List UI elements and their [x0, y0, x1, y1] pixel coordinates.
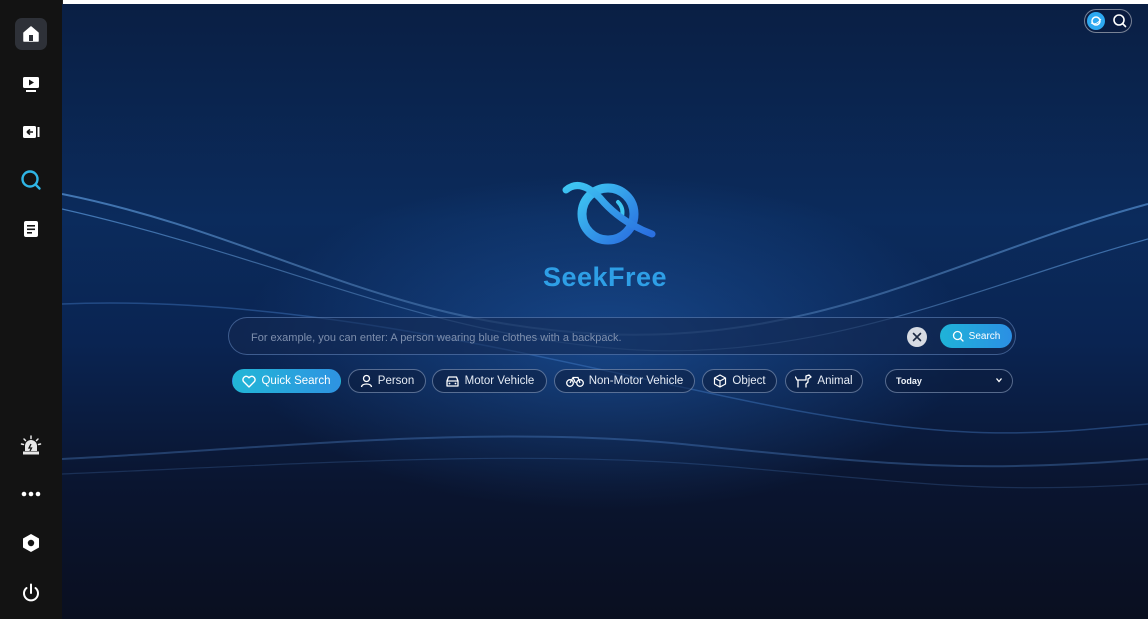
sidebar-item-logs[interactable] — [15, 213, 47, 245]
sidebar-item-more[interactable] — [15, 478, 47, 510]
filter-quick-search[interactable]: Quick Search — [232, 369, 341, 393]
search-icon — [952, 330, 964, 342]
search-button-label: Search — [968, 330, 1001, 342]
clear-button[interactable] — [907, 327, 927, 347]
sidebar-item-settings[interactable] — [15, 527, 47, 559]
alarm-light-icon — [20, 435, 42, 455]
filter-non-motor-vehicle[interactable]: Non-Motor Vehicle — [554, 369, 695, 393]
video-return-icon — [23, 126, 40, 138]
close-icon — [912, 332, 922, 342]
filter-object[interactable]: Object — [702, 369, 777, 393]
time-range-select[interactable]: Today — [885, 369, 1013, 393]
bicycle-icon — [565, 376, 584, 387]
dog-icon — [795, 374, 813, 388]
filter-person[interactable]: Person — [348, 369, 426, 393]
search-mode-icon — [1113, 14, 1127, 28]
seekfree-logo — [562, 182, 656, 245]
more-dots-icon — [21, 491, 41, 497]
search-input[interactable] — [249, 327, 873, 349]
search-button[interactable]: Search — [940, 324, 1012, 348]
search-bar: Search — [228, 317, 1016, 355]
sidebar-item-power[interactable] — [15, 577, 47, 609]
filter-motor-vehicle[interactable]: Motor Vehicle — [432, 369, 547, 393]
sidebar-item-alarm[interactable] — [15, 430, 47, 462]
sidebar-item-playback[interactable] — [15, 68, 47, 100]
sidebar-item-home[interactable] — [15, 18, 47, 50]
power-icon — [23, 583, 39, 602]
home-icon — [23, 26, 39, 42]
hexagon-settings-icon — [23, 534, 39, 552]
car-icon — [446, 375, 459, 387]
search-icon — [21, 170, 41, 190]
cube-icon — [714, 374, 727, 388]
person-icon — [360, 374, 372, 388]
document-icon — [24, 221, 38, 237]
mode-toggle[interactable] — [1084, 9, 1132, 33]
logo-mode-icon — [1087, 12, 1105, 30]
brand-name: SeekFree — [542, 262, 668, 292]
sidebar — [0, 0, 63, 619]
filter-animal[interactable]: Animal — [785, 369, 863, 393]
sidebar-item-search[interactable] — [15, 164, 47, 196]
heart-icon — [242, 375, 257, 388]
time-range-value: Today — [896, 376, 922, 386]
play-screen-icon — [23, 77, 39, 92]
chevron-down-icon — [996, 378, 1002, 383]
search-home-panel: SeekFree Search Quick Search Person Moto… — [62, 4, 1148, 619]
background-waves — [62, 193, 1148, 489]
sidebar-item-video-export[interactable] — [15, 116, 47, 148]
